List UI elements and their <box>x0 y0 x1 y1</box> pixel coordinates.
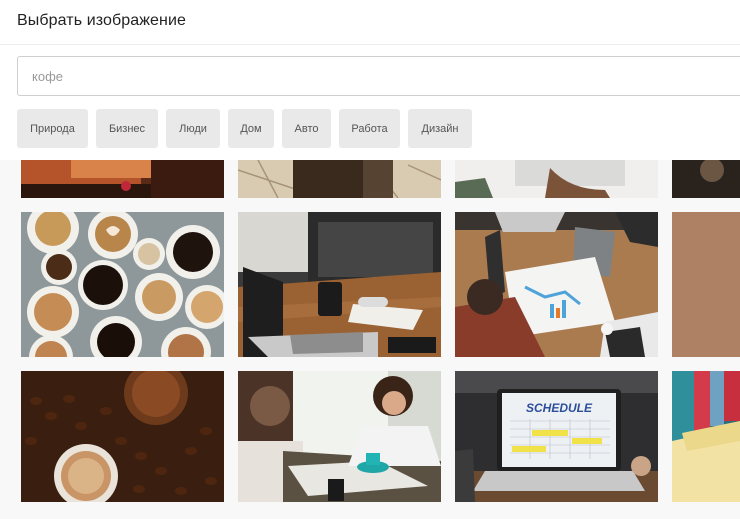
category-chip-home[interactable]: Дом <box>228 109 274 148</box>
category-chip-auto[interactable]: Авто <box>282 109 331 148</box>
image-coffee-beans-cup[interactable] <box>21 371 224 502</box>
image-people-cafe[interactable] <box>238 371 441 502</box>
schedule-label: SCHEDULE <box>526 401 593 415</box>
category-chip-work[interactable]: Работа <box>339 109 400 148</box>
dialog-title: Выбрать изображение <box>17 12 187 29</box>
search-input[interactable] <box>17 56 740 96</box>
image-laptop-desk-coffee[interactable] <box>238 212 441 357</box>
image-business-meeting-charts[interactable] <box>455 212 658 357</box>
category-chip-nature[interactable]: Природа <box>17 109 88 148</box>
image-grid: SCHEDULE <box>0 160 740 519</box>
category-chip-people[interactable]: Люди <box>166 109 220 148</box>
image-binders-folders[interactable] <box>672 371 740 502</box>
image-cafe-partial[interactable] <box>672 160 740 198</box>
image-hands-laptop[interactable] <box>455 160 658 198</box>
image-coffee-candle[interactable] <box>21 160 224 198</box>
image-brown-partial[interactable] <box>672 212 740 357</box>
image-coffee-cups-overhead[interactable] <box>21 212 224 357</box>
dialog-header: Выбрать изображение <box>0 0 740 45</box>
category-chip-business[interactable]: Бизнес <box>96 109 158 148</box>
image-maps-notebook[interactable] <box>238 160 441 198</box>
category-chip-design[interactable]: Дизайн <box>408 109 472 148</box>
image-laptop-schedule[interactable]: SCHEDULE <box>455 371 658 502</box>
